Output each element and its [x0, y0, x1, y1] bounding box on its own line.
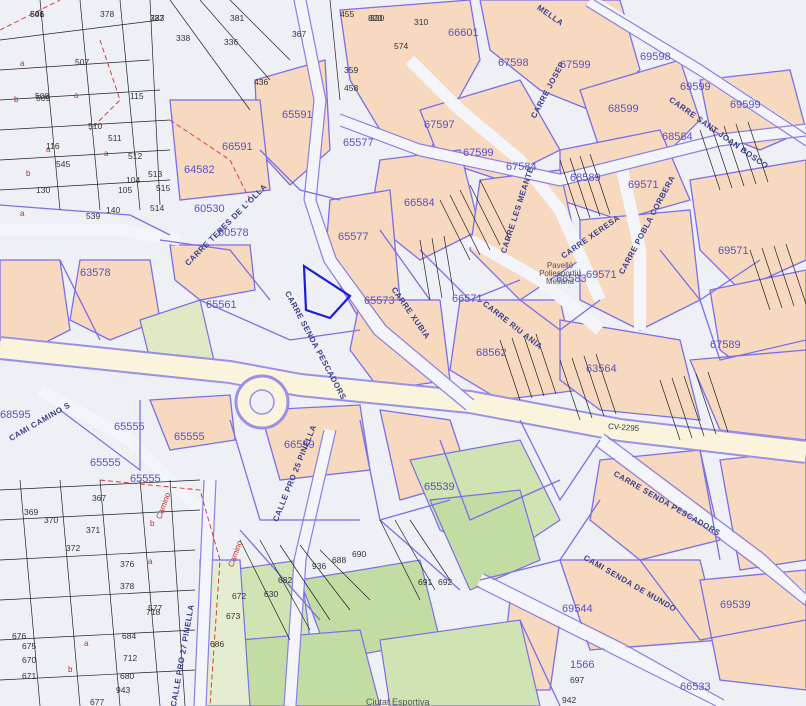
cadastral-map[interactable]: 66601 67598 67599 69598 69599 69599 6859… — [0, 0, 806, 706]
map-canvas — [0, 0, 806, 706]
